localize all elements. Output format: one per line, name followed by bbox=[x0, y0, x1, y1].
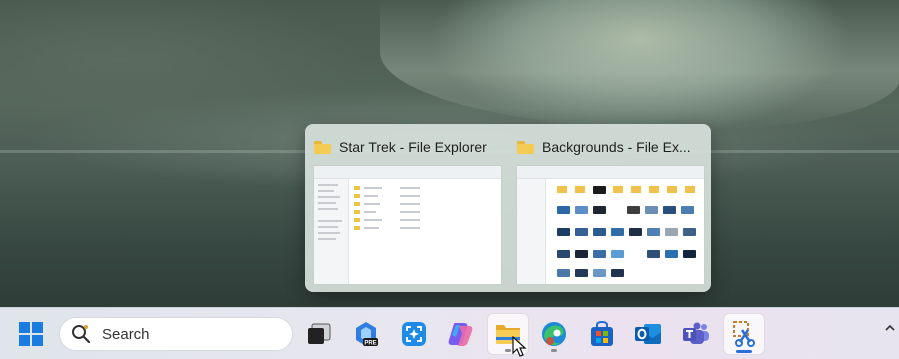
outlook-icon bbox=[635, 324, 661, 344]
running-indicator bbox=[551, 349, 557, 352]
edge-button[interactable] bbox=[534, 314, 574, 354]
taskbar: Search PRE bbox=[0, 307, 899, 359]
window-preview bbox=[516, 165, 705, 285]
microsoft-store-button[interactable] bbox=[582, 314, 622, 354]
search-placeholder: Search bbox=[102, 325, 150, 343]
copilot-button[interactable] bbox=[440, 314, 480, 354]
chevron-up-icon[interactable] bbox=[884, 322, 896, 334]
running-indicator bbox=[505, 349, 511, 352]
folder-icon bbox=[517, 140, 534, 154]
thumbnail-title: Backgrounds - File Ex... bbox=[542, 139, 691, 155]
copilot-icon bbox=[448, 323, 473, 346]
snipping-tool-icon bbox=[733, 321, 755, 347]
snipping-tool-button[interactable] bbox=[724, 314, 764, 354]
teams-icon bbox=[683, 322, 709, 344]
mouse-cursor-icon bbox=[512, 336, 527, 357]
taskbar-thumbnail-popup: Star Trek - File Explorer Backgrounds - … bbox=[305, 124, 711, 292]
active-indicator bbox=[736, 350, 752, 353]
snipping-focus-button[interactable] bbox=[394, 314, 434, 354]
search-icon bbox=[72, 325, 91, 344]
copilot-pre-button[interactable]: PRE bbox=[346, 314, 386, 354]
thumbnail-star-trek[interactable]: Star Trek - File Explorer bbox=[305, 124, 505, 292]
task-view-button[interactable] bbox=[299, 314, 339, 354]
task-view-icon bbox=[308, 323, 331, 344]
windows-logo-icon bbox=[19, 322, 43, 346]
thumbnail-title: Star Trek - File Explorer bbox=[339, 139, 487, 155]
thumbnail-header: Star Trek - File Explorer bbox=[314, 137, 504, 157]
focus-frame-icon bbox=[402, 322, 426, 346]
window-preview bbox=[313, 165, 502, 285]
start-button[interactable] bbox=[11, 314, 51, 354]
edge-icon bbox=[542, 322, 566, 346]
thumbnail-backgrounds[interactable]: Backgrounds - File Ex... bbox=[508, 124, 708, 292]
outlook-button[interactable] bbox=[628, 314, 668, 354]
wallpaper-ice bbox=[380, 0, 899, 130]
svg-text:PRE: PRE bbox=[364, 341, 376, 347]
copilot-pre-icon: PRE bbox=[356, 322, 378, 347]
store-icon bbox=[591, 321, 613, 346]
thumbnail-header: Backgrounds - File Ex... bbox=[517, 137, 707, 157]
search-box[interactable]: Search bbox=[59, 317, 293, 351]
folder-icon bbox=[314, 140, 331, 154]
teams-button[interactable] bbox=[676, 314, 716, 354]
